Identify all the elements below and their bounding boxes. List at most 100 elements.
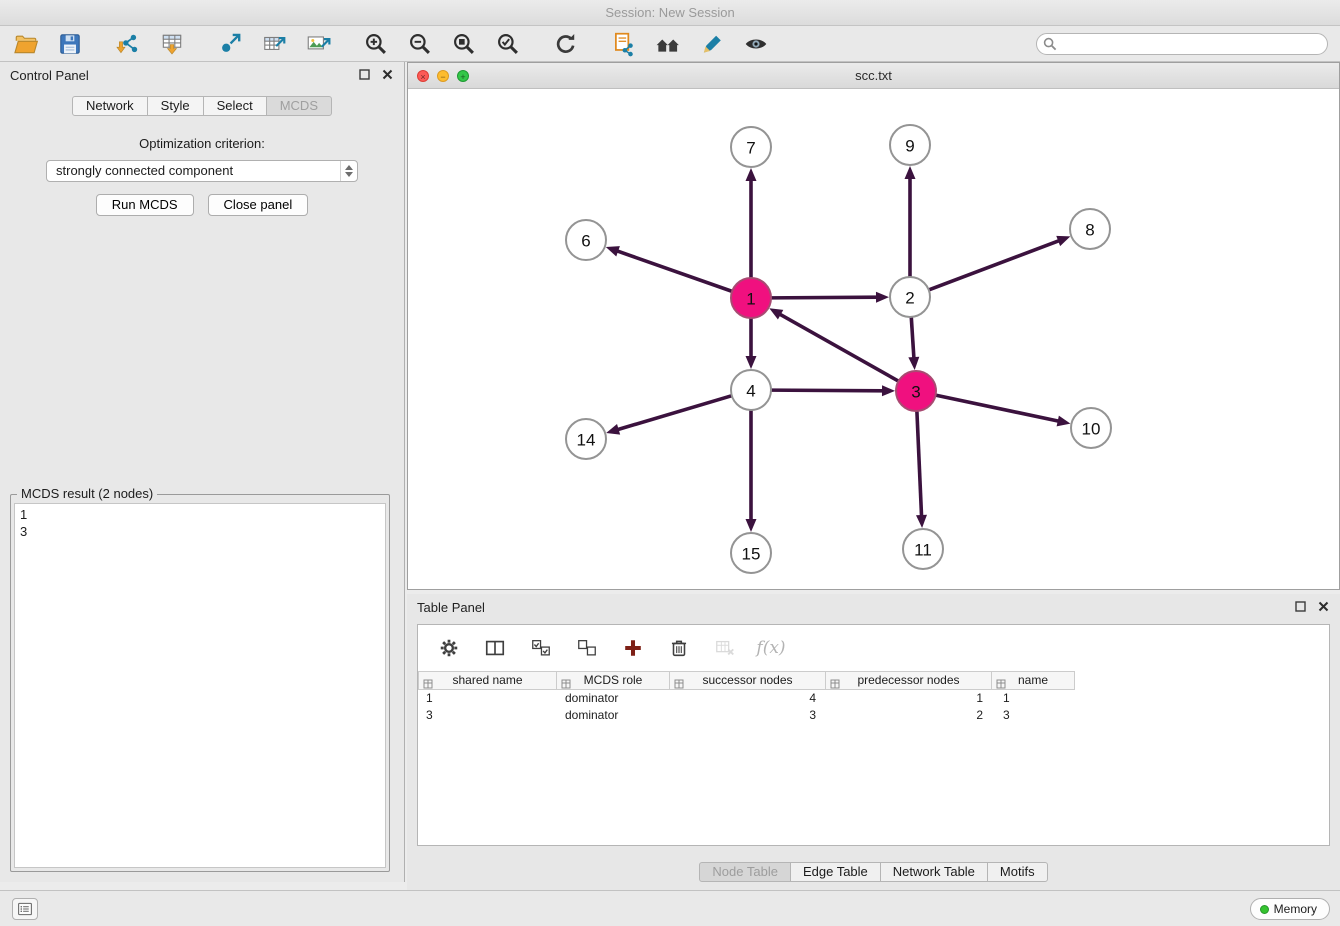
zoom-selected-icon[interactable]: [492, 29, 524, 59]
graph-node-label-7: 7: [746, 139, 755, 158]
column-sort-icon[interactable]: [423, 676, 433, 694]
edge-arrowhead: [1056, 236, 1070, 246]
memory-button[interactable]: Memory: [1250, 898, 1330, 920]
window-title: Session: New Session: [605, 5, 734, 20]
mcds-result-title: MCDS result (2 nodes): [17, 486, 157, 501]
apply-style-icon[interactable]: [696, 29, 728, 59]
control-panel-tabs: NetworkStyleSelectMCDS: [0, 96, 404, 116]
network-window-title: scc.txt: [855, 68, 892, 83]
delete-table-icon: [712, 635, 738, 661]
tab-mcds[interactable]: MCDS: [266, 96, 332, 116]
column-sort-icon[interactable]: [674, 676, 684, 694]
close-panel-icon[interactable]: [381, 68, 394, 81]
minimize-window-icon[interactable]: −: [437, 70, 449, 82]
toolbar-group: [550, 29, 582, 59]
column-header-predecessor-nodes[interactable]: predecessor nodes: [825, 671, 992, 690]
home-view-icon[interactable]: [652, 29, 684, 59]
edge-arrowhead: [916, 515, 927, 528]
import-table-icon[interactable]: [156, 29, 188, 59]
graph-node-label-2: 2: [905, 289, 914, 308]
tab-edge-table[interactable]: Edge Table: [790, 862, 881, 882]
toolbar-group: [112, 29, 188, 59]
network-view-window: × − + scc.txt 1234678910111415: [407, 62, 1340, 590]
zoom-fit-icon[interactable]: [448, 29, 480, 59]
settings-gear-icon[interactable]: [436, 635, 462, 661]
column-sort-icon[interactable]: [561, 676, 571, 694]
export-image-icon[interactable]: [302, 29, 334, 59]
graph-node-label-14: 14: [577, 431, 596, 450]
tab-network[interactable]: Network: [72, 96, 148, 116]
graph-node-label-1: 1: [746, 290, 755, 309]
edge-4-14[interactable]: [617, 396, 732, 430]
maximize-window-icon[interactable]: +: [457, 70, 469, 82]
graph-node-label-10: 10: [1082, 420, 1101, 439]
edge-3-11[interactable]: [917, 411, 922, 517]
column-header-successor-nodes[interactable]: successor nodes: [669, 671, 826, 690]
export-network-icon[interactable]: [608, 29, 640, 59]
edge-1-2[interactable]: [771, 297, 878, 298]
window-titlebar: Session: New Session: [0, 0, 1340, 26]
edge-4-3[interactable]: [771, 390, 884, 391]
edge-arrowhead: [606, 246, 620, 256]
column-header-name[interactable]: name: [991, 671, 1075, 690]
graph-node-label-6: 6: [581, 232, 590, 251]
run-mcds-button[interactable]: Run MCDS: [96, 194, 194, 216]
show-hide-view-icon[interactable]: [740, 29, 772, 59]
deselect-all-rows-icon[interactable]: [574, 635, 600, 661]
column-header-mcds-role[interactable]: MCDS role: [556, 671, 670, 690]
save-session-icon[interactable]: [54, 29, 86, 59]
tab-style[interactable]: Style: [147, 96, 204, 116]
tab-motifs[interactable]: Motifs: [987, 862, 1048, 882]
column-sort-icon[interactable]: [996, 676, 1006, 694]
float-panel-icon[interactable]: [358, 68, 371, 81]
close-window-icon[interactable]: ×: [417, 70, 429, 82]
close-panel-button[interactable]: Close panel: [208, 194, 309, 216]
edge-2-8[interactable]: [929, 240, 1060, 290]
column-header-label: predecessor nodes: [826, 672, 991, 689]
mcds-result-text[interactable]: 1 3: [14, 503, 386, 868]
table-cell: dominator: [557, 690, 671, 707]
table-row[interactable]: 3dominator323: [418, 707, 1329, 724]
edge-arrowhead: [606, 424, 620, 435]
show-columns-icon[interactable]: [482, 635, 508, 661]
table-cell: 4: [671, 690, 828, 707]
close-table-panel-icon[interactable]: [1317, 600, 1330, 613]
tab-select[interactable]: Select: [203, 96, 267, 116]
control-panel: Control Panel NetworkStyleSelectMCDS Opt…: [0, 62, 405, 882]
search-box: [1036, 33, 1328, 55]
refresh-layout-icon[interactable]: [550, 29, 582, 59]
edge-1-6[interactable]: [616, 251, 732, 292]
column-sort-icon[interactable]: [830, 676, 840, 694]
edge-2-3[interactable]: [911, 317, 914, 359]
network-canvas[interactable]: 1234678910111415: [408, 89, 1339, 589]
table-toolbar: f(x): [418, 625, 1329, 671]
export-table-icon[interactable]: [258, 29, 290, 59]
search-input[interactable]: [1036, 33, 1328, 55]
zoom-in-icon[interactable]: [360, 29, 392, 59]
float-table-panel-icon[interactable]: [1294, 600, 1307, 613]
optimization-select[interactable]: strongly connected component: [46, 160, 358, 182]
function-builder-icon: f(x): [758, 635, 784, 661]
table-row[interactable]: 1dominator411: [418, 690, 1329, 707]
network-graph: 1234678910111415: [408, 89, 1339, 589]
tab-node-table[interactable]: Node Table: [699, 862, 791, 882]
toolbar-group: [10, 29, 86, 59]
application-window: Session: New Session Control Panel Netwo…: [0, 0, 1340, 926]
share-network-icon[interactable]: [214, 29, 246, 59]
add-row-icon[interactable]: [620, 635, 646, 661]
table-panel: Table Panel f(x) shared nameMCDS rolesuc…: [407, 594, 1340, 890]
open-file-icon[interactable]: [10, 29, 42, 59]
column-header-shared-name[interactable]: shared name: [418, 671, 557, 690]
zoom-out-icon[interactable]: [404, 29, 436, 59]
edge-3-10[interactable]: [936, 395, 1060, 421]
task-history-button[interactable]: [12, 898, 38, 920]
tab-network-table[interactable]: Network Table: [880, 862, 988, 882]
delete-row-icon[interactable]: [666, 635, 692, 661]
search-icon: [1043, 37, 1057, 56]
import-network-icon[interactable]: [112, 29, 144, 59]
edge-3-1[interactable]: [779, 314, 899, 381]
optimization-select-value: strongly connected component: [56, 163, 233, 178]
select-all-rows-icon[interactable]: [528, 635, 554, 661]
table-header-row: shared nameMCDS rolesuccessor nodesprede…: [418, 671, 1329, 690]
toolbar-group: [214, 29, 334, 59]
